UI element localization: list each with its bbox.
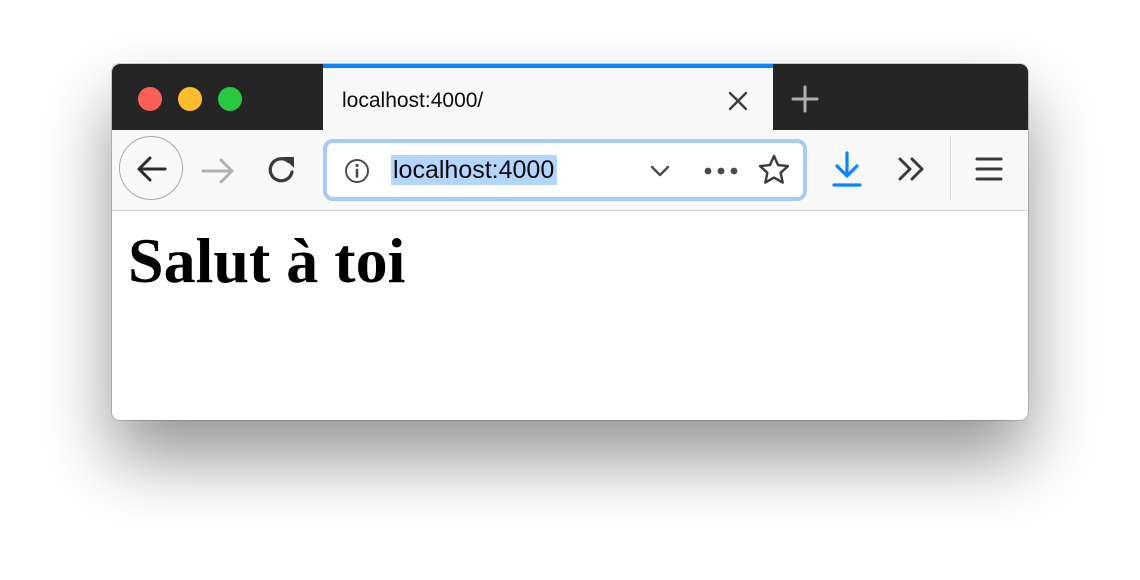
double-chevron-icon [898, 157, 924, 181]
toolbar-separator [950, 136, 951, 200]
reload-icon [268, 157, 294, 183]
main-menu-button[interactable] [972, 152, 1006, 186]
arrow-left-icon [137, 156, 167, 182]
url-bar[interactable]: localhost:4000 [323, 139, 807, 201]
window-minimize-button[interactable] [178, 87, 202, 111]
ellipsis-icon[interactable] [703, 158, 739, 184]
chevron-down-icon[interactable] [648, 159, 672, 183]
plus-icon [791, 85, 819, 113]
browser-window: localhost:4000/ localhost:4000 Salut à t… [112, 64, 1028, 420]
title-bar: localhost:4000/ [112, 64, 1028, 130]
hamburger-icon [975, 157, 1003, 181]
page-content: Salut à toi [112, 211, 1028, 420]
window-maximize-button[interactable] [218, 87, 242, 111]
window-close-button[interactable] [138, 87, 162, 111]
overflow-menu-button[interactable] [894, 151, 930, 187]
forward-button[interactable] [200, 153, 236, 189]
reload-button[interactable] [264, 152, 300, 188]
download-icon [832, 151, 862, 187]
back-button[interactable] [119, 136, 183, 200]
star-icon[interactable] [757, 153, 791, 187]
info-icon[interactable] [344, 158, 370, 184]
url-input[interactable]: localhost:4000 [391, 155, 558, 185]
close-icon[interactable] [727, 90, 749, 112]
nav-toolbar: localhost:4000 [112, 130, 1028, 211]
downloads-button[interactable] [830, 150, 864, 190]
new-tab-button[interactable] [789, 83, 821, 115]
page-heading: Salut à toi [128, 225, 406, 296]
tab-title: localhost:4000/ [342, 89, 484, 112]
tab-active[interactable]: localhost:4000/ [323, 64, 773, 130]
arrow-right-icon [201, 158, 234, 184]
